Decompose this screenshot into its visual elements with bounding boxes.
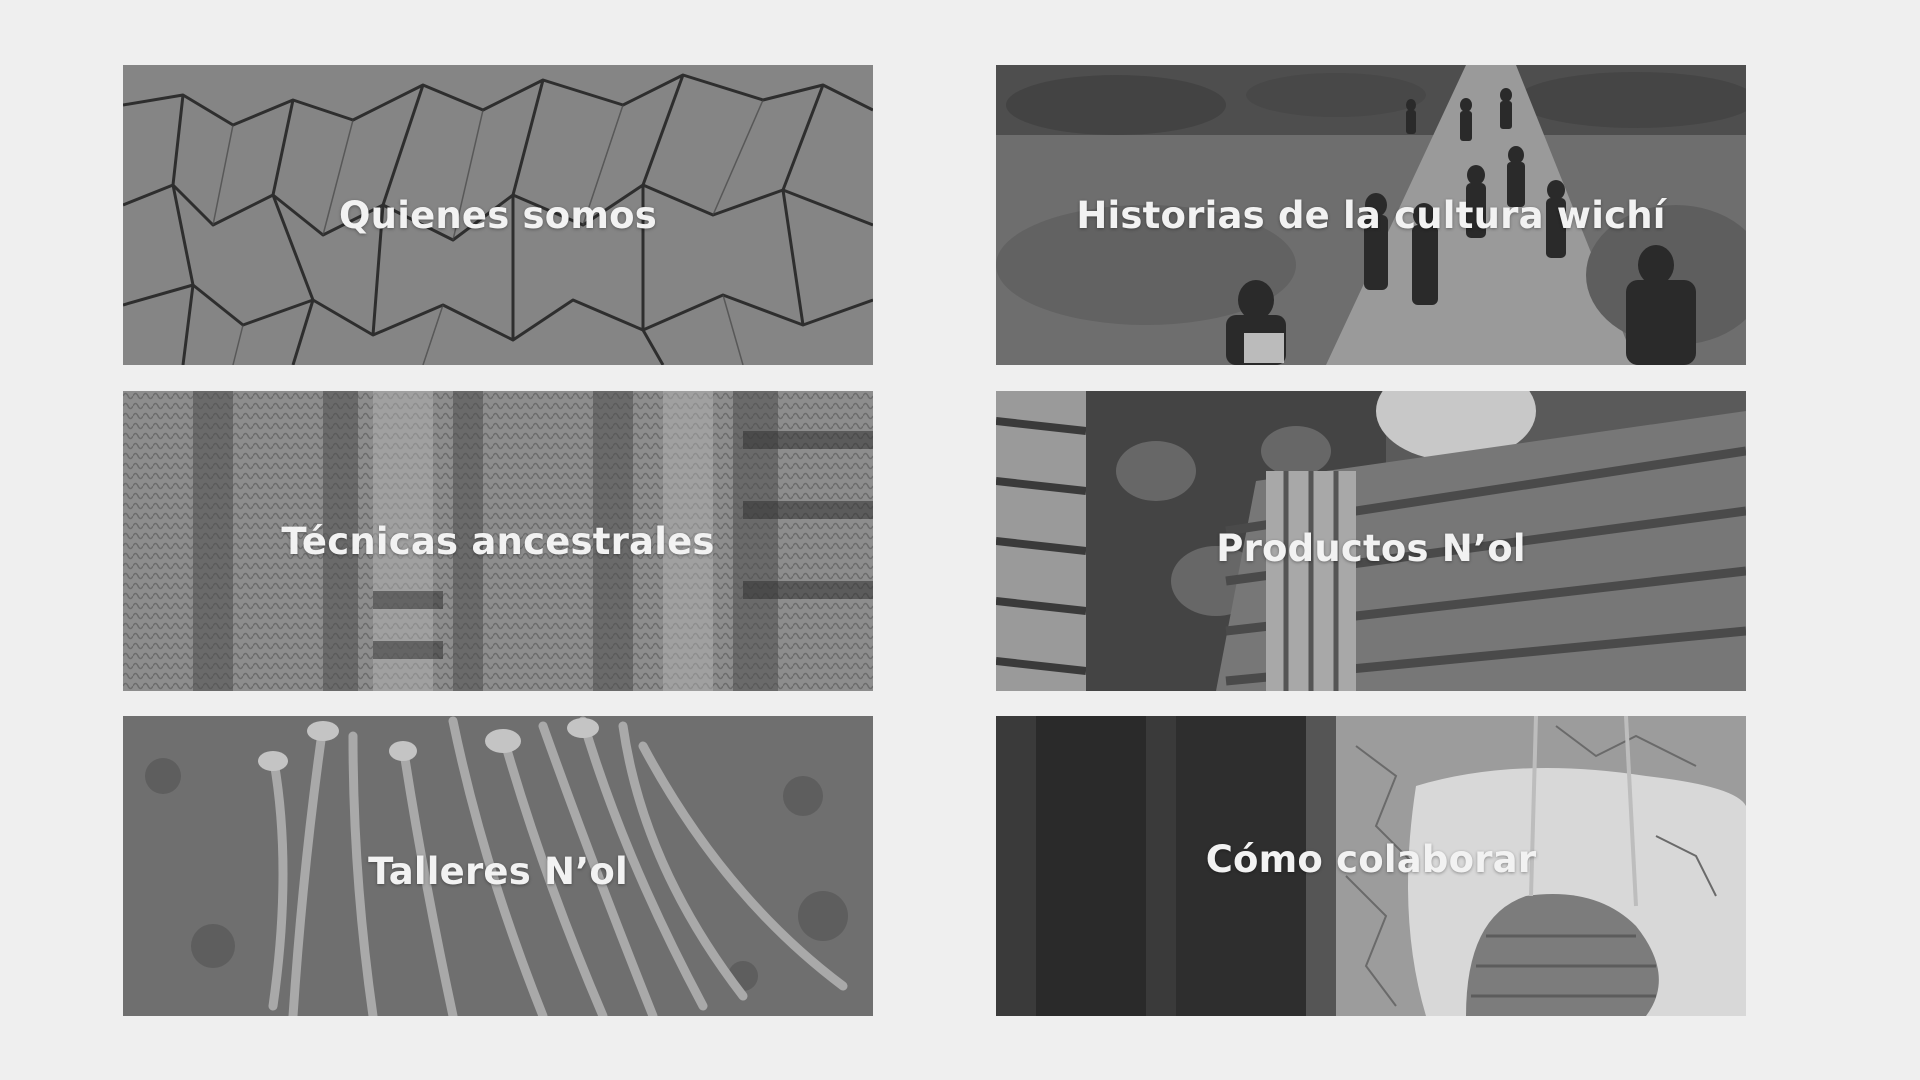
tile-title: Talleres N’ol — [368, 849, 628, 893]
tile-quienes-somos[interactable]: Quienes somos — [123, 65, 873, 365]
tile-title: Historias de la cultura wichí — [1076, 193, 1666, 237]
tile-title: Cómo colaborar — [1205, 837, 1537, 881]
tile-tecnicas-ancestrales[interactable]: Técnicas ancestrales — [123, 391, 873, 691]
tile-historias-cultura-wichi[interactable]: Historias de la cultura wichí — [996, 65, 1746, 365]
tile-talleres-nol[interactable]: Talleres N’ol — [123, 716, 873, 1016]
section-grid: Quienes somos Historias de la cultura wi… — [0, 0, 1920, 1080]
tile-title: Quienes somos — [339, 193, 657, 237]
tile-productos-nol[interactable]: Productos N’ol — [996, 391, 1746, 691]
tile-title: Técnicas ancestrales — [281, 519, 715, 563]
tile-title: Productos N’ol — [1216, 526, 1526, 570]
tile-como-colaborar[interactable]: Cómo colaborar — [996, 716, 1746, 1016]
